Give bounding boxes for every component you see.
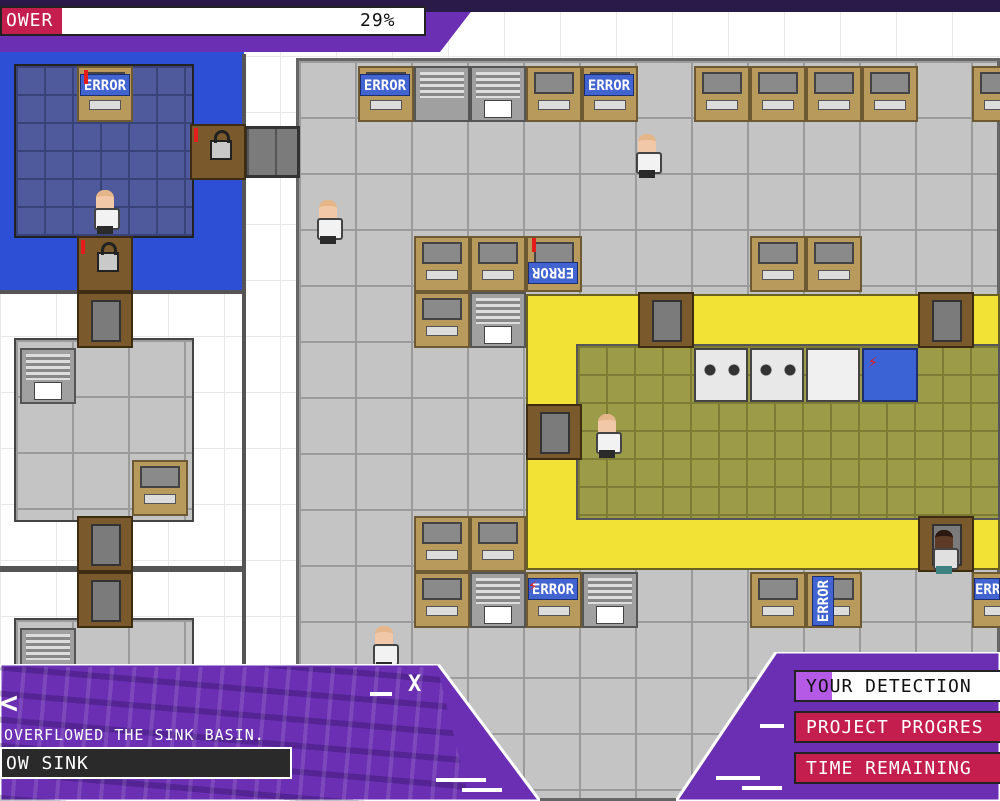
door[interactable] [638,292,694,348]
power-value: 29% [360,10,396,31]
door[interactable] [77,516,133,572]
lightning-icon: ⚡ [528,576,538,595]
error-sign: ERROR [584,74,634,96]
desk [806,236,862,292]
desk [414,516,470,572]
error-sign: ERROR [360,74,410,96]
locker [470,292,526,348]
dash [370,692,392,696]
error-sign: ERROR [812,576,834,626]
close-button[interactable]: X [408,672,421,697]
player-character[interactable] [932,530,959,576]
desk [750,66,806,122]
dash [742,786,782,790]
desk [470,516,526,572]
error-sign: ERROR [528,262,578,284]
desk [470,236,526,292]
counter [806,348,860,402]
door-locked[interactable] [77,236,133,292]
error-sign: ERROR [974,578,1000,600]
desk [862,66,918,122]
desk [414,236,470,292]
desk [414,572,470,628]
desk [750,572,806,628]
desk [806,66,862,122]
stove-1 [694,348,748,402]
dash [716,776,760,780]
sink[interactable]: ⚡ [862,348,918,402]
detection-bar: YOUR DETECTION [794,670,1000,702]
coworker-npc [93,190,120,236]
progress-label: PROJECT PROGRES [806,717,984,738]
desk [526,66,582,122]
coworker-npc [635,134,662,180]
stove-2 [750,348,804,402]
locker [470,66,526,122]
locker [582,572,638,628]
progress-bar: PROJECT PROGRES [794,711,1000,743]
detection-label: YOUR DETECTION [806,676,972,697]
dash [436,778,486,782]
locker [470,572,526,628]
power-label: OWER [6,10,54,31]
coworker-npc [316,200,343,246]
padlock-icon [210,130,232,160]
locker [20,348,76,404]
bridge-corridor [244,126,300,178]
exclamation-icon [84,70,88,84]
desk [132,460,188,516]
exclamation-icon [81,240,85,254]
door[interactable] [918,292,974,348]
notification-item-name: OW SINK [6,753,89,774]
time-label: TIME REMAINING [806,758,972,779]
desk [972,66,1000,122]
power-bar: OWER 29% [0,6,426,36]
door[interactable] [77,572,133,628]
coworker-npc [595,414,622,460]
door-locked[interactable] [190,124,246,180]
lightning-icon: ⚡ [868,352,878,371]
desk [694,66,750,122]
exclamation-icon [194,128,198,142]
dash [462,788,502,792]
top-dark-strip [470,0,1000,12]
door[interactable] [526,404,582,460]
time-bar: TIME REMAINING [794,752,1000,784]
door[interactable] [77,292,133,348]
back-button[interactable]: < [0,686,18,721]
notification-message: OVERFLOWED THE SINK BASIN. [4,726,265,744]
notification-item-box: OW SINK [0,747,292,779]
padlock-icon [97,242,119,272]
dash [760,724,784,728]
desk [750,236,806,292]
locker [414,66,470,122]
exclamation-icon [532,238,536,252]
desk [414,292,470,348]
